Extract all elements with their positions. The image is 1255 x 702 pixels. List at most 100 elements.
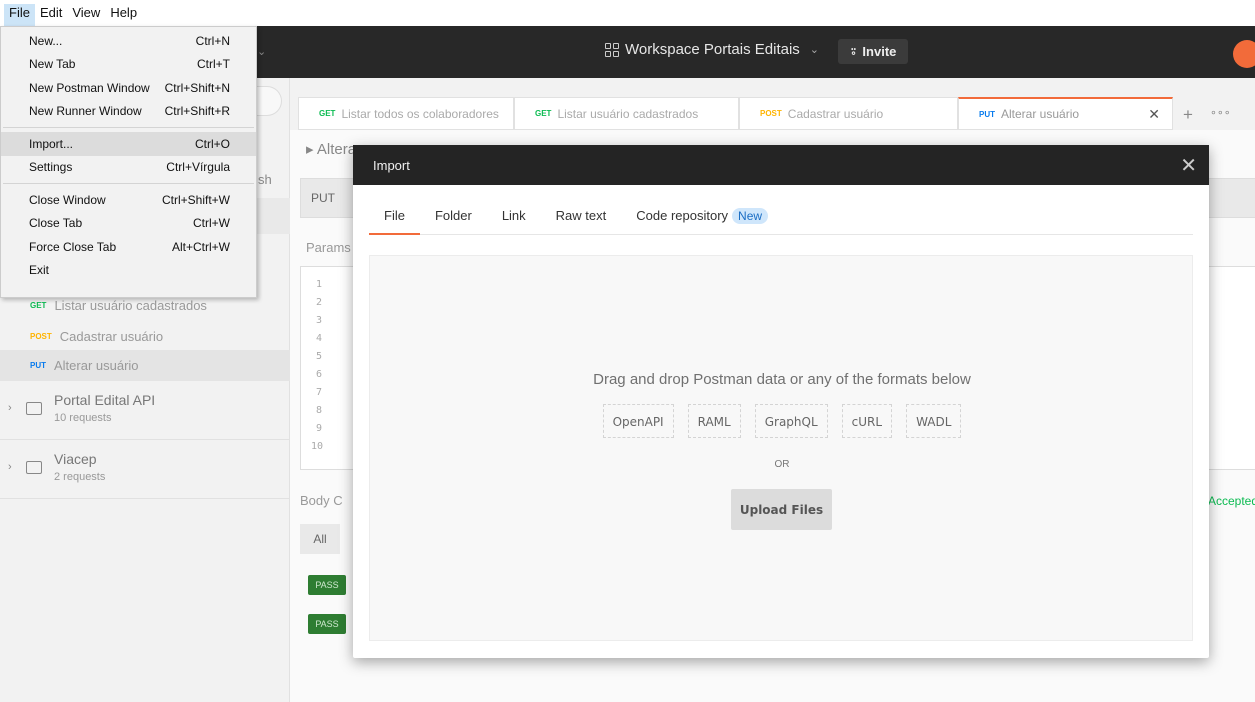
menu-item-new-tab[interactable]: New Tab Ctrl+T (1, 53, 256, 77)
sync-icon[interactable] (1233, 40, 1255, 68)
format-chip: WADL (906, 404, 962, 438)
test-status-badge: PASS (308, 614, 346, 634)
sidebar-folder[interactable]: › Portal Edital API 10 requests (0, 382, 290, 440)
filter-all-button[interactable]: All (300, 524, 340, 554)
request-title: ▸ Altera (306, 141, 357, 158)
menu-separator (3, 183, 254, 184)
menu-item-shortcut: Ctrl+T (197, 57, 230, 72)
menu-file[interactable]: File (4, 4, 35, 26)
request-name: Alterar usuário (54, 358, 139, 373)
more-icon[interactable]: ∘∘∘ (1210, 106, 1231, 119)
tab-code-repository[interactable]: Code repository New (621, 207, 769, 235)
line-number: 4 (316, 333, 323, 344)
method-badge: GET (535, 109, 552, 118)
file-menu: New... Ctrl+N New Tab Ctrl+T New Postman W… (0, 26, 257, 298)
request-tab[interactable]: GET Listar todos os colaboradores (298, 97, 514, 130)
method-badge: GET (30, 301, 47, 310)
modal-title: Import (373, 157, 410, 173)
line-number: 6 (316, 369, 323, 380)
menu-item-label: Close Tab (29, 216, 83, 231)
chevron-right-icon: › (8, 461, 12, 473)
add-user-icon: ⍤ (849, 43, 858, 59)
method-badge: GET (319, 109, 336, 118)
menu-edit[interactable]: Edit (35, 4, 67, 26)
menu-item-label: New Tab (29, 57, 76, 72)
menu-item-label: Exit (29, 263, 50, 278)
close-icon[interactable]: ✕ (1180, 153, 1197, 178)
status-text: Accepted (1208, 494, 1255, 508)
tab-folder[interactable]: Folder (420, 207, 487, 235)
import-tabs: File Folder Link Raw text Code repositor… (369, 207, 1193, 235)
menu-item-new-runner-window[interactable]: New Runner Window Ctrl+Shift+R (1, 100, 256, 124)
menu-item-import[interactable]: Import... Ctrl+O (1, 132, 256, 156)
workspace-switcher[interactable]: Workspace Portais Editais ⌄ (605, 41, 819, 58)
sidebar-search-area[interactable] (256, 198, 290, 234)
folder-request-count: 10 requests (54, 412, 112, 424)
menu-item-exit[interactable]: Exit (1, 259, 256, 283)
sidebar-toggle[interactable] (256, 86, 282, 116)
menu-help[interactable]: Help (105, 4, 142, 26)
tab-file[interactable]: File (369, 207, 420, 235)
line-number: 10 (311, 441, 324, 452)
menu-item-shortcut: Ctrl+N (195, 33, 230, 48)
method-badge: POST (30, 332, 52, 341)
tab-label: Listar todos os colaboradores (341, 106, 499, 121)
format-chip: GraphQL (754, 404, 828, 438)
tab-params[interactable]: Params (306, 240, 351, 255)
method-select[interactable]: PUT (311, 191, 335, 205)
request-tab-bar: GET Listar todos os colaboradores GET Li… (290, 78, 1255, 130)
menu-item-close-tab[interactable]: Close Tab Ctrl+W (1, 212, 256, 236)
test-status-badge: PASS (308, 575, 346, 595)
tab-label: Listar usuário cadastrados (557, 106, 699, 121)
method-badge: PUT (30, 361, 46, 370)
menu-item-settings[interactable]: Settings Ctrl+Vírgula (1, 156, 256, 180)
import-modal: Import ✕ File Folder Link Raw text Code … (353, 145, 1209, 658)
line-number: 8 (316, 405, 323, 416)
menu-item-label: New Postman Window (29, 80, 150, 95)
line-number: 2 (316, 297, 323, 308)
line-number: 1 (316, 279, 323, 290)
method-badge: POST (760, 109, 782, 118)
folder-icon (26, 402, 42, 415)
chevron-down-icon[interactable]: ⌄ (257, 45, 266, 58)
file-drop-zone[interactable]: Drag and drop Postman data or any of the… (369, 255, 1193, 641)
menu-item-label: Import... (29, 136, 74, 151)
tab-raw-text[interactable]: Raw text (541, 207, 622, 235)
drop-instructions: Drag and drop Postman data or any of the… (593, 371, 971, 388)
request-name: Cadastrar usuário (59, 329, 164, 344)
tab-link[interactable]: Link (487, 207, 541, 235)
sidebar-request-item[interactable]: POST Cadastrar usuário (0, 321, 290, 352)
workspace-grid-icon (605, 42, 619, 57)
sidebar-folder[interactable]: › Viacep 2 requests (0, 441, 290, 499)
format-chip: RAML (687, 404, 741, 438)
upload-files-button[interactable]: Upload Files (731, 489, 832, 530)
chevron-down-icon: ⌄ (809, 44, 820, 56)
response-body-tab[interactable]: Body C (300, 493, 343, 508)
menu-item-label: New... (29, 33, 63, 48)
chevron-right-icon: › (8, 402, 12, 414)
menu-item-shortcut: Ctrl+W (193, 216, 230, 231)
format-list: OpenAPI RAML GraphQL cURL WADL (370, 404, 1194, 438)
menu-view[interactable]: View (67, 4, 105, 26)
menu-item-new-postman-window[interactable]: New Postman Window Ctrl+Shift+N (1, 76, 256, 100)
format-chip: cURL (841, 404, 893, 438)
line-number: 7 (316, 387, 323, 398)
close-icon[interactable]: ✕ (1148, 106, 1160, 123)
menu-item-close-window[interactable]: Close Window Ctrl+Shift+W (1, 188, 256, 212)
workspace-name: Workspace Portais Editais (625, 41, 800, 58)
or-divider: OR (774, 459, 790, 470)
menu-item-force-close-tab[interactable]: Force Close Tab Alt+Ctrl+W (1, 235, 256, 259)
request-tab-active[interactable]: PUT Alterar usuário ✕ (958, 97, 1173, 130)
tab-label: Code repository (636, 208, 729, 223)
menu-item-label: Close Window (29, 192, 106, 207)
menu-item-shortcut: Ctrl+Shift+N (164, 80, 230, 95)
folder-request-count: 2 requests (54, 471, 106, 483)
request-tab[interactable]: GET Listar usuário cadastrados (514, 97, 739, 130)
menu-item-new[interactable]: New... Ctrl+N (1, 29, 256, 53)
new-badge: New (732, 208, 769, 224)
plus-icon[interactable]: + (1183, 105, 1193, 125)
invite-button[interactable]: ⍤ Invite (838, 39, 908, 64)
format-chip: OpenAPI (602, 404, 674, 438)
sidebar-request-item[interactable]: PUT Alterar usuário (0, 350, 290, 381)
request-tab[interactable]: POST Cadastrar usuário (739, 97, 958, 130)
